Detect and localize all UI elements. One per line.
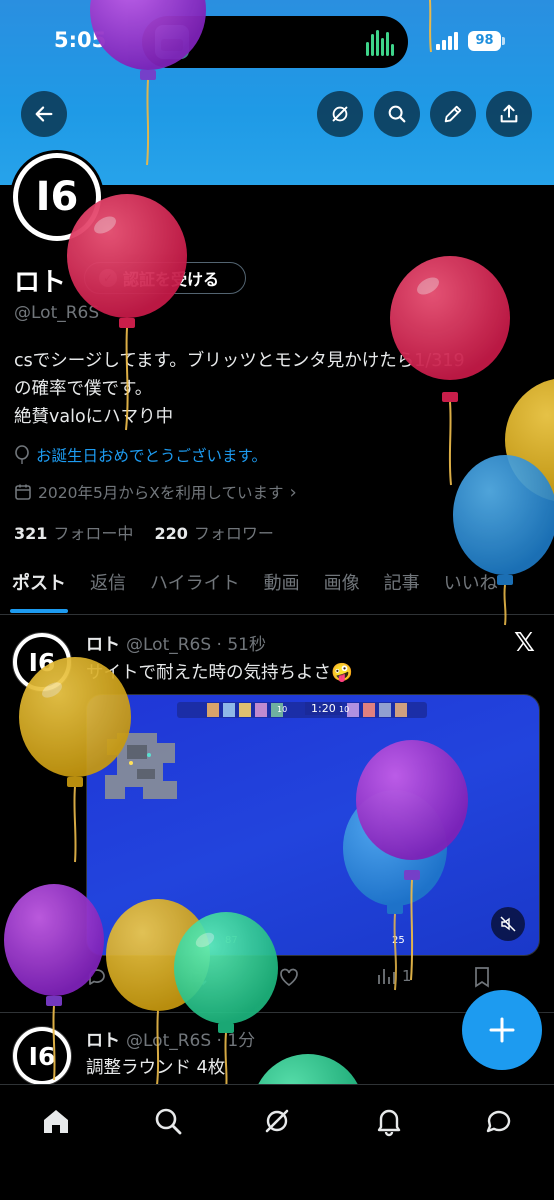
dynamic-island[interactable]	[142, 16, 408, 68]
post-text: サイトで耐えた時の気持ちよさ🤪	[86, 663, 353, 683]
calendar-icon	[15, 484, 31, 500]
mute-button[interactable]	[491, 907, 525, 941]
following-link[interactable]: 321 フォロー中	[14, 524, 133, 543]
edit-button[interactable]	[430, 91, 476, 137]
speaker-muted-icon	[500, 916, 516, 932]
logo-mark: I6	[17, 637, 67, 687]
profile-handle: @Lot_R6S	[14, 303, 100, 323]
search-icon	[155, 1108, 182, 1135]
post-text: 調整ラウンド 4枚	[86, 1058, 226, 1078]
get-verified-button[interactable]: ✓ 認証を受ける	[84, 262, 246, 294]
profile-avatar[interactable]: I6	[10, 150, 104, 244]
nav-notifications[interactable]	[369, 1101, 409, 1141]
grok-icon	[265, 1109, 289, 1133]
plus-icon	[489, 1017, 515, 1043]
follow-stats: 321 フォロー中 220 フォロワー	[14, 520, 274, 544]
minimap	[105, 733, 177, 799]
post-author[interactable]: ロト	[86, 635, 120, 655]
tab-photos[interactable]: 画像	[312, 567, 372, 614]
logo-mark: I6	[17, 1031, 67, 1081]
grok-icon	[332, 106, 348, 122]
bottom-nav	[0, 1084, 554, 1200]
compose-post-button[interactable]	[462, 990, 542, 1070]
post-video[interactable]: 10 1:20 10 87 25	[86, 694, 540, 956]
tab-replies[interactable]: 返信	[78, 567, 138, 614]
hp-value: 87	[225, 935, 238, 946]
repost-button[interactable]	[186, 966, 208, 988]
like-button[interactable]	[278, 966, 300, 988]
battery-icon: 98	[468, 31, 505, 51]
signal-icon	[436, 32, 460, 50]
birthday-message[interactable]: お誕生日おめでとうございます。	[36, 444, 267, 466]
logo-mark: I6	[18, 158, 96, 236]
reply-button[interactable]	[86, 966, 108, 988]
verified-badge-icon: ✓	[99, 269, 117, 287]
grok-button[interactable]	[317, 91, 363, 137]
heart-icon	[280, 968, 298, 987]
x-logo-icon: 𝕏	[514, 628, 535, 658]
back-arrow-icon	[35, 106, 53, 122]
share-button[interactable]	[486, 91, 532, 137]
profile-name: ロト	[14, 268, 67, 298]
tab-likes[interactable]: いいね	[432, 567, 510, 614]
repost-icon	[187, 968, 207, 986]
joined-date: 2020年5月からXを利用しています	[38, 484, 284, 502]
nav-search[interactable]	[148, 1101, 188, 1141]
birthday-row: お誕生日おめでとうございます。	[14, 444, 267, 466]
views-count: 1	[402, 967, 412, 985]
messages-icon	[486, 1110, 511, 1133]
nav-messages[interactable]	[479, 1101, 519, 1141]
home-icon	[44, 1110, 68, 1133]
reply-icon	[89, 969, 105, 985]
get-verified-label: 認証を受ける	[123, 270, 220, 289]
tab-highlights[interactable]: ハイライト	[138, 567, 252, 614]
post-avatar[interactable]: I6	[12, 1026, 72, 1086]
balloon-icon	[15, 445, 29, 464]
bookmark-button[interactable]	[472, 966, 492, 988]
back-button[interactable]	[21, 91, 67, 137]
post-header: ロト @Lot_R6S · 1分	[86, 1026, 255, 1051]
status-time: 5:05	[54, 28, 107, 52]
bookmark-icon	[475, 967, 489, 988]
search-icon	[388, 105, 406, 123]
search-button[interactable]	[374, 91, 420, 137]
round-timer: 1:20	[305, 702, 342, 715]
post-meta: @Lot_R6S · 51秒	[126, 635, 267, 655]
post-author[interactable]: ロト	[86, 1031, 120, 1051]
joined-row: 2020年5月からXを利用しています ›	[14, 481, 297, 503]
pencil-icon	[444, 105, 462, 123]
profile-tabs: ポスト 返信 ハイライト 動画 画像 記事 いいね	[0, 567, 554, 615]
tab-posts[interactable]: ポスト	[0, 567, 78, 614]
score-right: 10	[339, 705, 350, 714]
views-button[interactable]: 1	[376, 966, 412, 986]
share-icon	[500, 104, 518, 123]
ammo-value: 25	[392, 935, 405, 946]
tab-articles[interactable]: 記事	[372, 567, 432, 614]
nav-home[interactable]	[36, 1101, 76, 1141]
tab-videos[interactable]: 動画	[252, 567, 312, 614]
post-meta: @Lot_R6S · 1分	[126, 1031, 256, 1051]
post-header: ロト @Lot_R6S · 51秒	[86, 630, 266, 655]
views-icon	[378, 969, 395, 984]
chevron-right-icon[interactable]: ›	[289, 482, 296, 503]
audio-wave-icon	[366, 30, 396, 56]
followers-link[interactable]: 220 フォロワー	[155, 524, 274, 543]
profile-bio: csでシージしてます。ブリッツとモンタ見かけたら1/319 の確率で僕です。 絶…	[14, 351, 465, 427]
post-avatar[interactable]: I6	[12, 632, 72, 692]
now-playing-app-icon	[155, 25, 189, 59]
post-actions: 1	[86, 966, 506, 992]
nav-grok[interactable]	[257, 1101, 297, 1141]
notifications-icon	[377, 1109, 401, 1137]
score-left: 10	[277, 705, 288, 714]
